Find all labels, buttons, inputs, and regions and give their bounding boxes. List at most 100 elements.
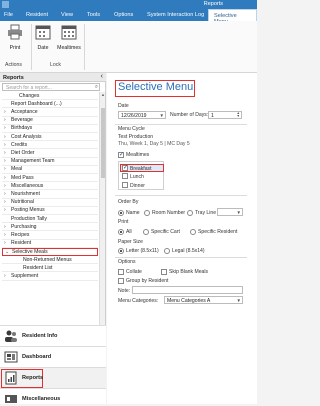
orderby-room-number-radio[interactable] xyxy=(144,210,150,216)
expand-arrow-icon[interactable]: › xyxy=(4,134,6,140)
tree-item-meal[interactable]: › Meal xyxy=(2,166,98,174)
print-specific-cart-radio[interactable] xyxy=(143,229,149,235)
expand-arrow-icon[interactable]: › xyxy=(4,175,6,181)
skip-blank-meals-checkbox[interactable] xyxy=(161,269,167,275)
meal-item-lunch[interactable]: Lunch xyxy=(120,173,164,181)
group-by-resident-checkbox[interactable] xyxy=(118,278,124,284)
menu-options[interactable]: Options xyxy=(114,12,133,18)
tree-item-selective-meals[interactable]: ⌄ Selective Meals xyxy=(2,247,98,256)
search-placeholder: Search for a report... xyxy=(6,84,52,91)
date-button[interactable]: Date xyxy=(31,24,55,51)
expand-arrow-icon[interactable]: › xyxy=(4,117,6,123)
tree-item-purchasing[interactable]: › Purchasing xyxy=(2,223,98,232)
mealtimes-label: Mealtimes xyxy=(57,45,81,51)
expand-arrow-icon[interactable]: › xyxy=(4,109,6,115)
menu-tools[interactable]: Tools xyxy=(87,12,100,18)
tree-item-management-team[interactable]: › Management Team xyxy=(2,158,98,166)
expand-arrow-icon[interactable]: › xyxy=(4,166,6,172)
tree-item-supplement[interactable]: › Supplement xyxy=(2,272,98,281)
chevron-down-icon[interactable]: ▼ xyxy=(160,113,164,118)
group-by-resident-label: Group by Resident xyxy=(126,278,169,284)
paper-legal-radio[interactable] xyxy=(164,248,170,254)
expand-arrow-icon[interactable]: › xyxy=(4,158,6,164)
expand-arrow-icon[interactable]: › xyxy=(4,240,6,246)
tree-item-nourishment[interactable]: › Nourishment xyxy=(2,190,98,199)
nav-miscellaneous[interactable]: Miscellaneous xyxy=(0,388,106,404)
orderby-tray-line-radio[interactable] xyxy=(187,210,193,216)
number-of-days-label: Number of Days: xyxy=(170,112,209,118)
scroll-up-icon[interactable]: ▲ xyxy=(100,92,106,97)
chevron-down-icon[interactable]: ▼ xyxy=(237,298,241,303)
options-label: Options xyxy=(118,259,136,265)
tree-item-credits[interactable]: › Credits xyxy=(2,141,98,150)
print-button[interactable]: Print xyxy=(3,24,27,51)
tree-item-production-tally[interactable]: Production Tally xyxy=(2,215,98,224)
date-input[interactable]: 12/26/2019 ▼ xyxy=(118,111,166,119)
orderby-name-radio[interactable] xyxy=(118,210,124,216)
expand-arrow-icon[interactable]: › xyxy=(4,207,6,213)
expand-arrow-icon[interactable]: › xyxy=(4,232,6,238)
collate-label: Collate xyxy=(126,269,142,275)
tree-item-beverage[interactable]: › Beverage xyxy=(2,117,98,125)
nav-resident-info[interactable]: Resident Info xyxy=(0,325,106,346)
print-specific-resident-radio[interactable] xyxy=(190,229,196,235)
tree-item-resident[interactable]: › Resident xyxy=(2,240,98,248)
breakfast-checkbox[interactable] xyxy=(122,164,128,171)
tree-item-report-dashboard[interactable]: Report Dashboard (...) xyxy=(2,100,98,109)
collate-checkbox[interactable] xyxy=(118,269,124,275)
menu-view[interactable]: View xyxy=(61,12,73,18)
tree-item-diet-order[interactable]: › Diet Order xyxy=(2,149,98,158)
menu-categories-select[interactable]: Menu Categories A ▼ xyxy=(164,296,243,304)
expand-arrow-icon[interactable]: › xyxy=(4,273,6,279)
tree-item-birthdays[interactable]: › Birthdays xyxy=(2,125,98,133)
reports-icon xyxy=(5,371,17,385)
expand-arrow-icon[interactable]: › xyxy=(4,191,6,197)
number-of-days-value: 1 xyxy=(211,112,214,119)
tree-item-miscellaneous[interactable]: › Miscellaneous xyxy=(2,182,98,191)
expand-arrow-icon[interactable]: › xyxy=(4,142,6,148)
expand-arrow-icon[interactable]: › xyxy=(4,183,6,189)
paper-letter-radio[interactable] xyxy=(118,248,124,254)
print-specific-cart-label: Specific Cart xyxy=(151,229,180,235)
nav-reports[interactable]: Reports xyxy=(0,367,106,388)
nav-dashboard[interactable]: Dashboard xyxy=(0,346,106,367)
tree-item-non-returned-menus[interactable]: Non-Returned Menus xyxy=(2,256,98,265)
menu-categories-label: Menu Categories: xyxy=(118,298,159,304)
expand-arrow-icon[interactable]: › xyxy=(4,199,6,205)
tree-item-acceptance[interactable]: › Acceptance xyxy=(2,108,98,117)
search-icon[interactable]: ⌕ xyxy=(95,84,98,91)
mealtimes-button[interactable]: Mealtimes xyxy=(55,24,83,51)
tree-item-resident-list[interactable]: Resident List xyxy=(2,264,98,273)
expand-arrow-icon[interactable]: › xyxy=(4,150,6,156)
lunch-checkbox[interactable] xyxy=(122,173,128,179)
collapse-chevron-icon[interactable]: ‹ xyxy=(101,73,103,80)
tree-item-recipes[interactable]: › Recipes xyxy=(2,231,98,240)
spinner-arrows-icon[interactable]: ▲ ▼ xyxy=(237,112,240,118)
expand-arrow-icon[interactable]: › xyxy=(4,224,6,230)
tree-item-cost-analysis[interactable]: › Cost Analysis xyxy=(2,133,98,142)
tree-item-changes[interactable]: Changes xyxy=(2,92,98,101)
tree-item-posting-menus[interactable]: › Posting Menus xyxy=(2,207,98,215)
report-search-input[interactable]: Search for a report... ⌕ xyxy=(2,83,100,91)
chevron-down-icon[interactable]: ▼ xyxy=(237,210,241,215)
menu-file[interactable]: File xyxy=(4,12,13,18)
expand-arrow-icon[interactable]: › xyxy=(4,125,6,131)
dinner-checkbox[interactable] xyxy=(122,182,128,188)
meal-item-dinner[interactable]: Dinner xyxy=(120,182,164,190)
mealtimes-checkbox[interactable] xyxy=(118,151,124,158)
tray-line-select[interactable]: ▼ xyxy=(217,208,243,216)
tree-item-med-pass[interactable]: › Med Pass xyxy=(2,174,98,183)
ribbon-separator xyxy=(84,24,85,70)
tree-item-nutritional[interactable]: › Nutritional xyxy=(2,199,98,207)
tree-scrollbar[interactable]: ▲ ▼ xyxy=(99,92,105,337)
menu-system-interaction-log[interactable]: System Interaction Log xyxy=(147,12,204,18)
scroll-thumb[interactable] xyxy=(101,108,105,178)
collapse-arrow-icon[interactable]: ⌄ xyxy=(5,249,9,255)
number-of-days-stepper[interactable]: 1 ▲ ▼ xyxy=(208,111,242,119)
note-input[interactable] xyxy=(132,286,243,294)
menu-selective-menu[interactable]: Selective Menu xyxy=(208,9,257,25)
print-all-radio[interactable] xyxy=(118,229,124,235)
menu-resident[interactable]: Resident xyxy=(26,12,48,18)
calendar-grid-icon xyxy=(61,25,77,40)
meal-item-breakfast[interactable]: Breakfast xyxy=(120,164,164,172)
